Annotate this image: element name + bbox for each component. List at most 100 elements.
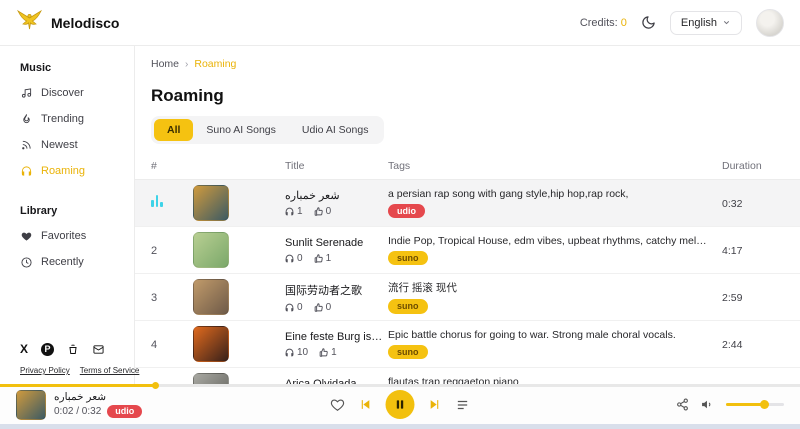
tab-all[interactable]: All xyxy=(154,119,193,141)
share-icon[interactable] xyxy=(676,398,689,411)
song-tags: Indie Pop, Tropical House, edm vibes, up… xyxy=(388,235,708,247)
thumbs-up-icon xyxy=(314,207,323,216)
seek-bar[interactable] xyxy=(0,384,800,387)
song-duration: 2:44 xyxy=(722,339,742,351)
page-title: Roaming xyxy=(135,70,800,106)
headphones-icon xyxy=(20,165,33,177)
provider-badge: suno xyxy=(388,345,428,360)
table-row[interactable]: 1 شعر خمباره 1 0 a persian rap song with… xyxy=(135,180,800,227)
thumbs-up-icon xyxy=(314,254,323,263)
play-count: 10 xyxy=(285,347,308,358)
table-header: # Title Tags Duration xyxy=(135,152,800,180)
credits-value: 0 xyxy=(621,17,627,29)
column-header-title: Title xyxy=(285,160,388,172)
like-count: 1 xyxy=(314,253,332,264)
sidebar-item-recently[interactable]: Recently xyxy=(20,256,134,268)
now-playing-time: 0:02 / 0:32 xyxy=(54,406,101,417)
play-count: 1 xyxy=(285,206,303,217)
sidebar: Music Discover Trending Newest Roaming L… xyxy=(0,46,135,385)
row-number: 3 xyxy=(151,292,157,304)
song-title[interactable]: 国际劳动者之歌 xyxy=(285,282,385,298)
song-duration: 2:59 xyxy=(722,292,742,304)
album-art[interactable] xyxy=(193,279,229,315)
volume-slider[interactable] xyxy=(726,403,784,406)
sidebar-item-discover[interactable]: Discover xyxy=(20,87,134,99)
sidebar-item-label: Newest xyxy=(41,139,78,151)
thumbs-up-icon xyxy=(319,348,328,357)
language-label: English xyxy=(681,17,717,29)
play-count: 0 xyxy=(285,302,303,313)
pause-button[interactable] xyxy=(386,390,415,419)
sidebar-item-roaming[interactable]: Roaming xyxy=(20,165,134,177)
favorite-heart-icon[interactable] xyxy=(331,398,345,412)
playing-indicator-icon xyxy=(151,195,163,207)
bottom-strip xyxy=(0,424,800,429)
sidebar-section-library: Library xyxy=(20,205,134,217)
tab-udio-ai-songs[interactable]: Udio AI Songs xyxy=(289,119,382,141)
pause-icon xyxy=(395,399,406,410)
app-title: Melodisco xyxy=(51,15,119,31)
album-art[interactable] xyxy=(193,232,229,268)
song-tags: 流行 摇滚 现代 xyxy=(388,280,708,295)
song-title[interactable]: Sunlit Serenade xyxy=(285,237,385,249)
song-tags: a persian rap song with gang style,hip h… xyxy=(388,188,708,200)
like-count: 1 xyxy=(319,347,337,358)
previous-track-icon[interactable] xyxy=(359,398,372,411)
playback-controls xyxy=(331,390,470,419)
producthunt-icon[interactable]: P xyxy=(41,343,54,356)
song-table-body: 1 شعر خمباره 1 0 a persian rap song with… xyxy=(135,180,800,385)
coffee-cup-icon[interactable] xyxy=(67,343,79,356)
song-tags: Epic battle chorus for going to war. Str… xyxy=(388,329,708,341)
next-track-icon[interactable] xyxy=(429,398,442,411)
now-playing-title: شعر خمباره xyxy=(54,391,142,403)
filter-tabs: All Suno AI Songs Udio AI Songs xyxy=(151,116,384,144)
sidebar-item-newest[interactable]: Newest xyxy=(20,139,134,151)
brand[interactable]: Melodisco xyxy=(16,9,119,36)
seek-handle[interactable] xyxy=(152,382,159,389)
privacy-policy-link[interactable]: Privacy Policy xyxy=(20,366,70,375)
album-art[interactable] xyxy=(193,185,229,221)
twitter-x-icon[interactable]: X xyxy=(20,342,28,356)
heart-icon xyxy=(20,231,33,242)
table-row[interactable]: 5 Arica Olvidada 1 0 flautas trap reggae… xyxy=(135,368,800,385)
player-bar: شعر خمباره 0:02 / 0:32 udio xyxy=(0,385,800,424)
signal-waves-icon xyxy=(20,139,33,151)
breadcrumb-home[interactable]: Home xyxy=(151,58,179,70)
song-title[interactable]: شعر خمباره xyxy=(285,189,385,202)
song-duration: 4:17 xyxy=(722,245,742,257)
play-count: 0 xyxy=(285,253,303,264)
song-duration: 0:32 xyxy=(722,198,742,210)
column-header-tags: Tags xyxy=(388,160,722,172)
thumbs-up-icon xyxy=(314,303,323,312)
sidebar-item-label: Favorites xyxy=(41,230,86,242)
language-selector[interactable]: English xyxy=(670,11,742,35)
sidebar-item-trending[interactable]: Trending xyxy=(20,113,134,125)
like-count: 0 xyxy=(314,302,332,313)
table-row[interactable]: 2 Sunlit Serenade 0 1 Indie Pop, Tropica… xyxy=(135,227,800,274)
terms-of-service-link[interactable]: Terms of Service xyxy=(80,366,140,375)
music-note-icon xyxy=(20,87,33,99)
sidebar-item-label: Trending xyxy=(41,113,84,125)
email-envelope-icon[interactable] xyxy=(92,344,105,355)
theme-toggle-moon-icon[interactable] xyxy=(641,15,656,30)
breadcrumb-separator: › xyxy=(185,59,188,70)
chevron-down-icon xyxy=(722,18,731,27)
sidebar-item-label: Roaming xyxy=(41,165,85,177)
album-art[interactable] xyxy=(193,326,229,362)
volume-handle[interactable] xyxy=(760,400,769,409)
row-number: 2 xyxy=(151,245,157,257)
user-avatar[interactable] xyxy=(756,9,784,37)
table-row[interactable]: 3 国际劳动者之歌 0 0 流行 摇滚 现代 suno 2:59 xyxy=(135,274,800,321)
headphones-small-icon xyxy=(285,254,294,263)
headphones-small-icon xyxy=(285,207,294,216)
song-title[interactable]: Eine feste Burg ist unser ... xyxy=(285,331,385,343)
tab-suno-ai-songs[interactable]: Suno AI Songs xyxy=(193,119,288,141)
sidebar-item-label: Recently xyxy=(41,256,84,268)
table-row[interactable]: 4 Eine feste Burg ist unser ... 10 1 Epi… xyxy=(135,321,800,368)
volume-speaker-icon[interactable] xyxy=(701,398,714,411)
breadcrumb: Home › Roaming xyxy=(135,46,800,70)
queue-list-icon[interactable] xyxy=(456,398,470,412)
provider-badge: suno xyxy=(388,251,428,266)
sidebar-item-favorites[interactable]: Favorites xyxy=(20,230,134,242)
volume-fill xyxy=(726,403,765,406)
